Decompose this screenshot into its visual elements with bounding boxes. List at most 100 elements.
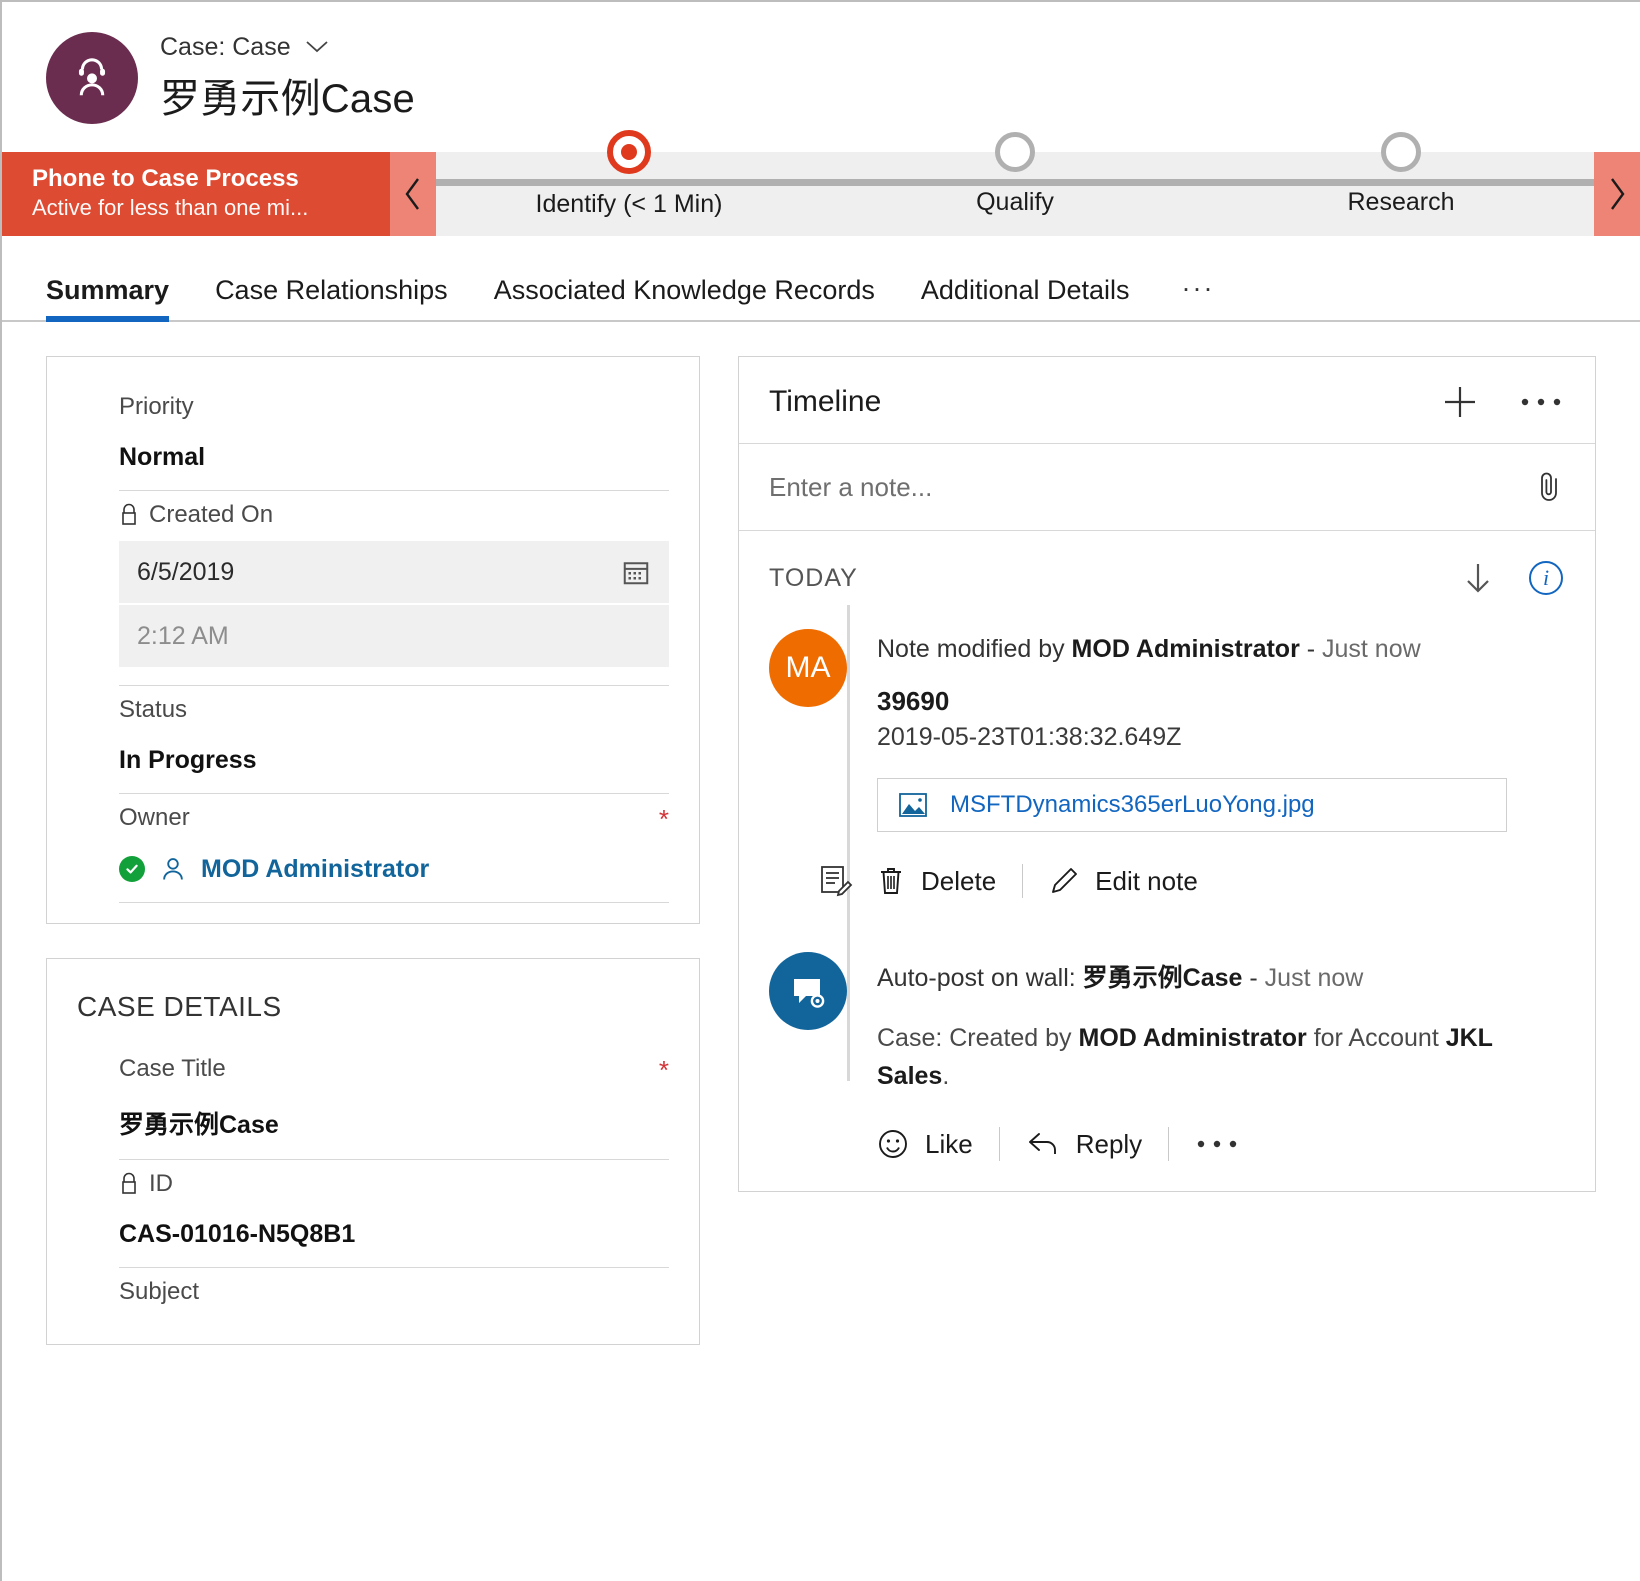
stage-dot-active <box>607 129 651 174</box>
id-label: ID <box>119 1170 669 1198</box>
post-actions: Like Reply <box>877 1127 1563 1161</box>
case-title-label: Case Title * <box>119 1055 669 1083</box>
owner-label-text: Owner <box>119 804 190 831</box>
form-tabs: Summary Case Relationships Associated Kn… <box>2 236 1640 322</box>
case-title-value[interactable]: 罗勇示例Case <box>119 1105 669 1141</box>
process-stage-identify[interactable]: Identify (< 1 Min) <box>436 129 822 219</box>
reply-button[interactable]: Reply <box>1026 1129 1142 1160</box>
entry-timestamp: Just now <box>1322 635 1421 663</box>
person-icon <box>163 858 183 880</box>
timeline-add-button[interactable] <box>1441 383 1479 421</box>
tab-associated-knowledge-records[interactable]: Associated Knowledge Records <box>474 275 901 320</box>
case-details-title: CASE DETAILS <box>77 991 282 1022</box>
attachment-filename: MSFTDynamics365erLuoYong.jpg <box>950 791 1315 818</box>
form-body: Priority Normal Created On 6/5/2019 2:12… <box>2 322 1640 1345</box>
field-row: ID CAS-01016-N5Q8B1 <box>119 1160 669 1268</box>
action-separator <box>1022 864 1024 898</box>
stage-label: Qualify <box>976 187 1054 216</box>
entry-header-prefix: Note modified by <box>877 635 1072 663</box>
like-button[interactable]: Like <box>877 1128 973 1160</box>
stage-label: Identify (< 1 Min) <box>535 189 723 218</box>
smiley-icon <box>879 1130 907 1158</box>
left-column: Priority Normal Created On 6/5/2019 2:12… <box>46 356 700 1345</box>
note-input-placeholder: Enter a note... <box>769 471 933 502</box>
chevron-right-icon <box>1611 178 1625 210</box>
subject-label: Subject <box>119 1278 669 1306</box>
priority-label-text: Priority <box>119 393 194 420</box>
owner-label: Owner * <box>119 804 669 832</box>
process-stage-qualify[interactable]: Qualify <box>822 131 1208 217</box>
note-actions: Delete Edit note <box>877 864 1563 898</box>
entity-selector[interactable]: Case: Case <box>160 33 415 62</box>
timeline-sort-button[interactable] <box>1463 561 1493 595</box>
stage-dot <box>1381 131 1421 172</box>
timeline-entry-note: MA Note modified by MOD Administrator - … <box>769 613 1563 898</box>
created-on-label: Created On <box>119 501 669 529</box>
pencil-icon <box>1052 868 1078 893</box>
status-label: Status <box>119 696 669 724</box>
field-row: Case Title * 罗勇示例Case <box>119 1045 669 1160</box>
note-attachment[interactable]: MSFTDynamics365erLuoYong.jpg <box>877 778 1507 832</box>
created-on-time-field[interactable]: 2:12 AM <box>119 605 669 667</box>
case-agent-icon <box>78 58 106 96</box>
process-stages: Identify (< 1 Min) Qualify Research <box>436 129 1594 236</box>
post-gear-icon <box>794 979 825 1008</box>
timeline-group-actions: i <box>1463 561 1563 595</box>
case-title-label-text: Case Title <box>119 1055 226 1082</box>
timeline-more-button[interactable] <box>1519 396 1563 408</box>
entry-timestamp: Just now <box>1264 964 1364 992</box>
case-details-card: CASE DETAILS Case Title * 罗勇示例Case ID CA… <box>46 958 700 1345</box>
owner-lookup-value[interactable]: MOD Administrator <box>119 854 669 884</box>
post-prefix: Case: Created by <box>877 1024 1079 1052</box>
created-on-date-field[interactable]: 6/5/2019 <box>119 541 669 603</box>
timeline-avatar-wrap <box>769 952 849 1161</box>
check-circle-icon <box>119 856 145 882</box>
note-edit-icon <box>815 860 855 900</box>
action-separator <box>1168 1127 1170 1161</box>
chevron-down-icon[interactable] <box>305 40 329 54</box>
timeline-avatar-wrap: MA <box>769 629 853 898</box>
post-more-button[interactable] <box>1195 1138 1239 1150</box>
field-created-on: Created On 6/5/2019 2:12 AM <box>77 491 669 686</box>
field-priority: Priority Normal <box>77 383 669 491</box>
chevron-left-icon <box>405 178 419 210</box>
timeline-note-input-row[interactable]: Enter a note... <box>739 444 1595 531</box>
process-stage-research[interactable]: Research <box>1208 131 1594 217</box>
process-name-banner[interactable]: Phone to Case Process Active for less th… <box>2 152 390 236</box>
ellipsis-icon <box>1197 1140 1237 1148</box>
post-middle: for Account <box>1306 1024 1446 1052</box>
field-row: Status In Progress <box>119 686 669 794</box>
note-subtitle: 2019-05-23T01:38:32.649Z <box>877 723 1182 751</box>
created-on-label-text: Created On <box>149 501 274 528</box>
tab-summary[interactable]: Summary <box>46 275 195 322</box>
check-glyph <box>126 864 138 874</box>
field-row: Owner * MOD Administrator <box>119 794 669 903</box>
stage-dot <box>995 131 1035 172</box>
timeline-group-label: TODAY <box>769 563 858 592</box>
note-edit-glyph <box>821 866 853 897</box>
edit-note-button[interactable]: Edit note <box>1049 865 1198 897</box>
entry-header-prefix: Auto-post on wall: <box>877 964 1083 992</box>
tab-case-relationships[interactable]: Case Relationships <box>195 275 474 320</box>
process-next-button[interactable] <box>1594 152 1640 236</box>
required-indicator: * <box>658 1055 669 1085</box>
entry-dash: - <box>1242 964 1265 992</box>
tab-overflow-button[interactable]: ··· <box>1156 273 1235 320</box>
tab-label: Additional Details <box>920 275 1130 305</box>
field-row: Created On 6/5/2019 2:12 AM <box>119 491 669 686</box>
status-value[interactable]: In Progress <box>119 746 669 775</box>
priority-value[interactable]: Normal <box>119 443 669 472</box>
timeline-entry-body: Note modified by MOD Administrator - Jus… <box>877 629 1563 898</box>
timeline-header: Timeline <box>739 357 1595 444</box>
header-text: Case: Case 罗勇示例Case <box>160 33 415 124</box>
field-row: Subject <box>119 1268 669 1324</box>
delete-button[interactable]: Delete <box>877 865 996 897</box>
timeline-info-button[interactable]: i <box>1529 561 1563 595</box>
process-prev-button[interactable] <box>390 152 436 236</box>
action-separator <box>998 1127 1000 1161</box>
tab-additional-details[interactable]: Additional Details <box>901 275 1156 320</box>
field-owner: Owner * MOD Administrator <box>77 794 669 903</box>
paperclip-icon[interactable] <box>1537 470 1563 504</box>
calendar-icon[interactable] <box>621 557 651 587</box>
id-label-text: ID <box>149 1170 173 1197</box>
